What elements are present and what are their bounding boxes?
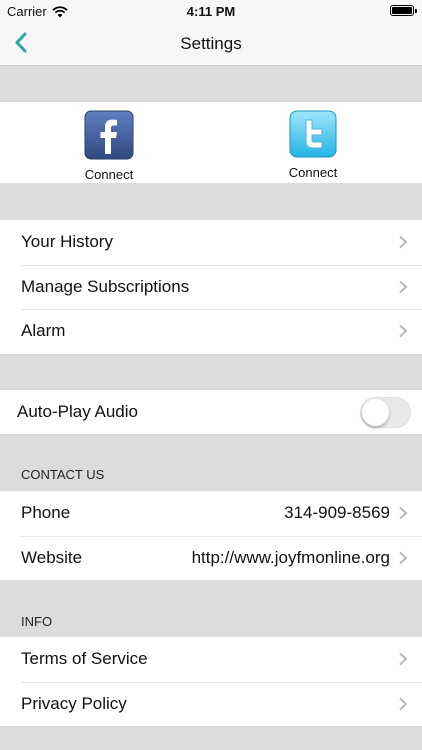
twitter-connect-button[interactable]: Connect <box>263 110 363 180</box>
row-label: Phone <box>21 503 71 523</box>
account-settings-group: Your History Manage Subscriptions Alarm <box>0 220 422 354</box>
phone-row[interactable]: Phone 314-909-8569 <box>0 491 422 536</box>
row-label: Terms of Service <box>21 649 148 669</box>
row-label: Your History <box>21 232 113 252</box>
phone-value: 314-909-8569 <box>284 503 390 523</box>
status-bar: Carrier 4:11 PM <box>0 0 422 22</box>
autoplay-row: Auto-Play Audio <box>0 390 422 434</box>
social-connect-row: Connect Connect <box>0 102 422 183</box>
terms-of-service-row[interactable]: Terms of Service <box>0 637 422 682</box>
battery-icon <box>390 5 417 16</box>
row-label: Manage Subscriptions <box>21 276 190 296</box>
info-group: Terms of Service Privacy Policy <box>0 637 422 726</box>
twitter-connect-label: Connect <box>288 165 338 180</box>
chevron-right-icon <box>399 653 408 666</box>
row-label: Alarm <box>21 321 66 341</box>
chevron-right-icon <box>399 551 408 564</box>
chevron-right-icon <box>399 325 408 338</box>
contact-group: Phone 314-909-8569 Website http://www.jo… <box>0 491 422 580</box>
chevron-right-icon <box>399 507 408 520</box>
toggle-knob <box>362 398 389 426</box>
alarm-row[interactable]: Alarm <box>0 309 422 354</box>
status-time: 4:11 PM <box>186 4 236 19</box>
autoplay-label: Auto-Play Audio <box>17 402 138 421</box>
autoplay-toggle[interactable] <box>360 396 411 428</box>
website-row[interactable]: Website http://www.joyfmonline.org <box>0 535 422 581</box>
twitter-icon <box>289 110 337 158</box>
info-section-header: INFO <box>21 614 53 629</box>
chevron-right-icon <box>399 236 408 249</box>
autoplay-group: Auto-Play Audio <box>0 390 422 434</box>
contact-section-header: CONTACT US <box>21 467 105 482</box>
facebook-icon <box>84 110 134 160</box>
chevron-right-icon <box>399 280 408 293</box>
website-value: http://www.joyfmonline.org <box>191 547 390 567</box>
privacy-policy-row[interactable]: Privacy Policy <box>0 681 422 727</box>
chevron-right-icon <box>399 697 408 710</box>
your-history-row[interactable]: Your History <box>0 220 422 265</box>
nav-bar: Settings <box>0 22 422 66</box>
page-title: Settings <box>180 34 242 53</box>
facebook-connect-label: Connect <box>84 167 134 182</box>
facebook-connect-button[interactable]: Connect <box>59 110 159 182</box>
row-label: Website <box>21 547 83 567</box>
row-label: Privacy Policy <box>21 693 127 713</box>
manage-subscriptions-row[interactable]: Manage Subscriptions <box>0 264 422 310</box>
